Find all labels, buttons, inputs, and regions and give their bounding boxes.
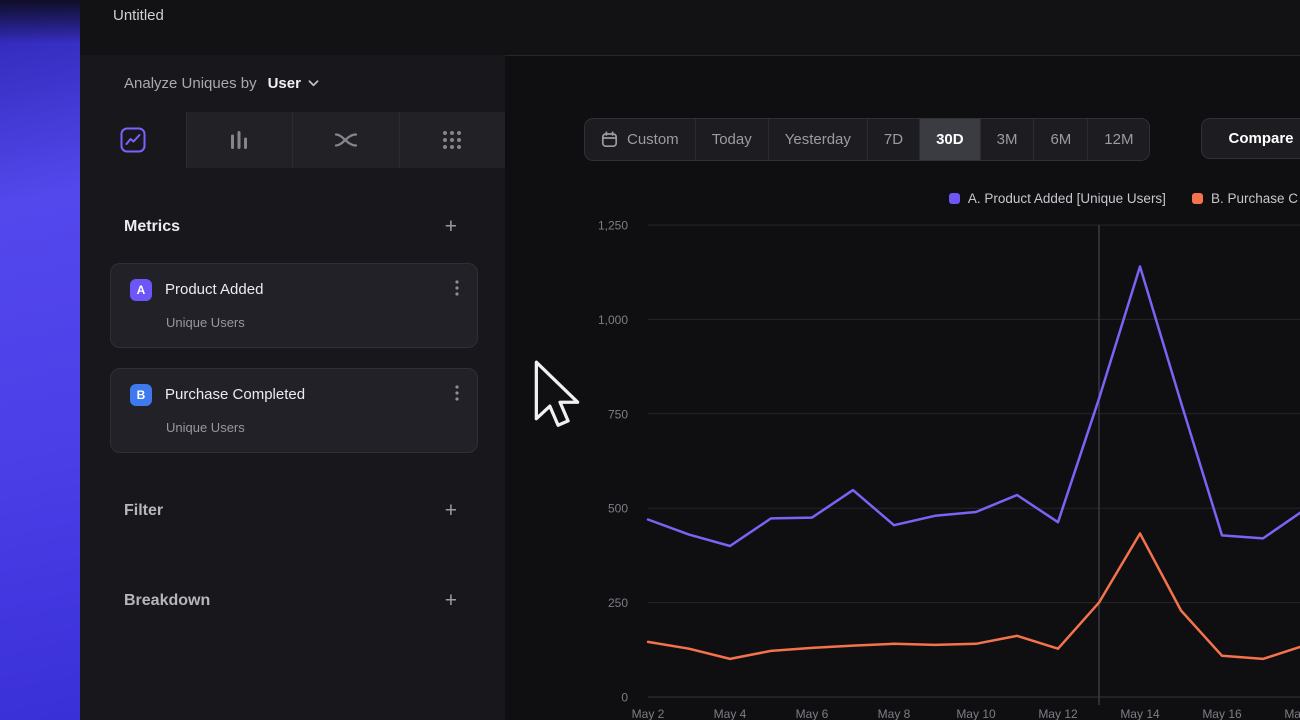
legend-item-a[interactable]: A. Product Added [Unique Users] bbox=[949, 191, 1166, 206]
legend-label-b: B. Purchase C bbox=[1211, 191, 1298, 206]
metric-options-button-a[interactable] bbox=[451, 278, 463, 301]
legend-item-b[interactable]: B. Purchase C bbox=[1192, 191, 1298, 206]
range-label: 30D bbox=[936, 131, 964, 148]
y-tick-label: 0 bbox=[621, 691, 628, 705]
range-12m-button[interactable]: 12M bbox=[1088, 119, 1149, 160]
range-30d-button[interactable]: 30D bbox=[920, 119, 981, 160]
range-label: Yesterday bbox=[785, 131, 851, 148]
x-tick-label: May 10 bbox=[956, 707, 996, 720]
range-yesterday-button[interactable]: Yesterday bbox=[769, 119, 868, 160]
y-tick-label: 750 bbox=[608, 407, 628, 421]
breakdown-section-header: Breakdown + bbox=[80, 590, 505, 612]
x-tick-label: May 2 bbox=[632, 707, 665, 720]
filter-section-header: Filter + bbox=[80, 500, 505, 522]
view-type-tabs bbox=[80, 112, 505, 168]
metric-card-row: A Product Added bbox=[111, 264, 477, 301]
range-label: 12M bbox=[1104, 131, 1133, 148]
kebab-icon bbox=[455, 385, 459, 401]
tab-flow[interactable] bbox=[293, 112, 400, 168]
metric-card-a[interactable]: A Product Added Unique Users bbox=[110, 263, 478, 348]
report-title[interactable]: Untitled bbox=[113, 7, 164, 24]
metric-card-b[interactable]: B Purchase Completed Unique Users bbox=[110, 368, 478, 453]
calendar-icon bbox=[601, 131, 618, 148]
range-custom-button[interactable]: Custom bbox=[585, 119, 696, 160]
y-tick-label: 500 bbox=[608, 502, 628, 516]
range-3m-button[interactable]: 3M bbox=[981, 119, 1035, 160]
range-label: Custom bbox=[627, 131, 679, 148]
metric-title-b: Purchase Completed bbox=[165, 386, 305, 403]
chevron-down-icon bbox=[308, 80, 319, 87]
metrics-heading: Metrics bbox=[124, 218, 180, 236]
x-tick-label: May 18 bbox=[1284, 707, 1300, 720]
y-tick-label: 250 bbox=[608, 596, 628, 610]
breakdown-heading: Breakdown bbox=[124, 592, 210, 610]
add-filter-button[interactable]: + bbox=[445, 501, 457, 521]
tab-bar-chart[interactable] bbox=[187, 112, 294, 168]
x-tick-label: May 6 bbox=[796, 707, 829, 720]
bar-chart-icon bbox=[228, 129, 250, 151]
metric-badge-a: A bbox=[130, 279, 152, 301]
range-label: 6M bbox=[1050, 131, 1071, 148]
metric-subtitle-b[interactable]: Unique Users bbox=[111, 420, 477, 435]
y-tick-label: 1,000 bbox=[598, 313, 628, 327]
y-tick-label: 1,250 bbox=[598, 219, 628, 233]
analyze-by-dropdown[interactable]: User bbox=[266, 71, 321, 96]
kebab-icon bbox=[455, 280, 459, 296]
x-tick-label: May 12 bbox=[1038, 707, 1078, 720]
date-range-selector: Custom Today Yesterday 7D 30D 3M 6M 12M bbox=[584, 118, 1150, 161]
x-tick-label: May 16 bbox=[1202, 707, 1242, 720]
retention-grid-icon bbox=[441, 129, 463, 151]
compare-button[interactable]: Compare bbox=[1201, 118, 1300, 159]
metric-options-button-b[interactable] bbox=[451, 383, 463, 406]
background-gradient-strip bbox=[0, 0, 80, 720]
top-bar: Untitled bbox=[80, 0, 1300, 55]
add-metric-button[interactable]: + bbox=[445, 217, 457, 237]
legend-label-a: A. Product Added [Unique Users] bbox=[968, 191, 1166, 206]
x-tick-label: May 14 bbox=[1120, 707, 1160, 720]
line-chart-icon bbox=[120, 127, 146, 153]
metric-subtitle-a[interactable]: Unique Users bbox=[111, 315, 477, 330]
analyze-by-row: Analyze Uniques by User bbox=[80, 55, 505, 112]
chart-svg[interactable]: 0 250 500 750 1,000 1,250 May 2 May 4 May 6 May 8… bbox=[505, 211, 1300, 720]
range-label: 7D bbox=[884, 131, 903, 148]
tab-line-chart[interactable] bbox=[80, 112, 187, 168]
metric-card-row: B Purchase Completed bbox=[111, 369, 477, 406]
metrics-section-header: Metrics + bbox=[80, 216, 505, 238]
screen: Untitled Analyze Uniques by User bbox=[0, 0, 1300, 720]
x-tick-label: May 4 bbox=[714, 707, 747, 720]
x-tick-label: May 8 bbox=[878, 707, 911, 720]
range-7d-button[interactable]: 7D bbox=[868, 119, 920, 160]
legend-swatch-a bbox=[949, 193, 960, 204]
add-breakdown-button[interactable]: + bbox=[445, 591, 457, 611]
chart-legend: A. Product Added [Unique Users] B. Purch… bbox=[949, 191, 1298, 206]
metric-badge-b: B bbox=[130, 384, 152, 406]
legend-swatch-b bbox=[1192, 193, 1203, 204]
app-window: Untitled Analyze Uniques by User bbox=[80, 0, 1300, 720]
analyze-by-value: User bbox=[268, 75, 301, 92]
query-sidebar: Analyze Uniques by User bbox=[80, 55, 505, 720]
series-line bbox=[648, 534, 1300, 659]
analyze-by-label: Analyze Uniques by bbox=[124, 75, 257, 92]
tab-retention-grid[interactable] bbox=[400, 112, 506, 168]
flow-icon bbox=[334, 130, 358, 150]
range-label: 3M bbox=[997, 131, 1018, 148]
metric-title-a: Product Added bbox=[165, 281, 263, 298]
range-label: Today bbox=[712, 131, 752, 148]
filter-heading: Filter bbox=[124, 502, 163, 520]
range-6m-button[interactable]: 6M bbox=[1034, 119, 1088, 160]
chart-panel: Custom Today Yesterday 7D 30D 3M 6M 12M … bbox=[505, 55, 1300, 720]
series-line bbox=[648, 267, 1300, 547]
range-today-button[interactable]: Today bbox=[696, 119, 769, 160]
